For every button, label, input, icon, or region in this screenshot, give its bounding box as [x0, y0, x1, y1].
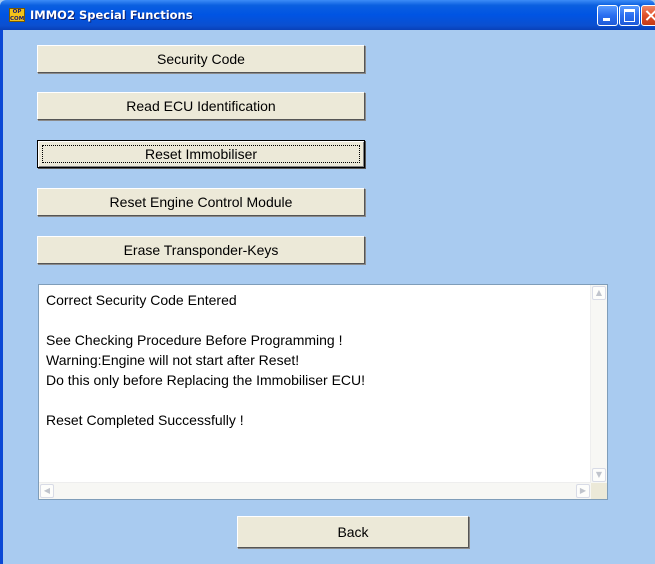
horizontal-scrollbar[interactable]: ◀ ▶: [39, 482, 591, 499]
reset-immobiliser-button[interactable]: Reset Immobiliser: [37, 140, 365, 168]
scroll-left-icon[interactable]: ◀: [40, 484, 54, 498]
scroll-up-icon[interactable]: ▲: [592, 286, 606, 300]
opcom-app-icon[interactable]: OP COM: [9, 8, 25, 22]
close-icon[interactable]: [641, 5, 655, 26]
scroll-down-icon[interactable]: ▼: [592, 468, 606, 482]
erase-transponder-keys-button[interactable]: Erase Transponder-Keys: [37, 236, 365, 264]
output-line: ​: [46, 390, 365, 410]
security-code-button[interactable]: Security Code: [37, 45, 365, 73]
vertical-scrollbar[interactable]: ▲ ▼: [590, 285, 607, 483]
back-button[interactable]: Back: [237, 516, 469, 548]
output-line: Do this only before Replacing the Immobi…: [46, 372, 366, 388]
output-line: Correct Security Code Entered: [46, 292, 237, 308]
output-line: Reset Completed Successfully !: [46, 412, 244, 428]
output-line: ​: [46, 310, 365, 330]
output-log: Correct Security Code Entered ​ See Checki…: [46, 290, 365, 430]
reset-immobiliser-label: Reset Immobiliser: [144, 146, 258, 162]
output-line: See Checking Procedure Before Programmin…: [46, 332, 343, 348]
output-text-area[interactable]: Correct Security Code Entered ​ See Checki…: [38, 284, 608, 500]
title-bar[interactable]: OP COM IMMO2 Special Functions: [0, 0, 655, 30]
reset-engine-control-module-button[interactable]: Reset Engine Control Module: [37, 188, 365, 216]
window-frame-left: [0, 30, 3, 564]
read-ecu-identification-button[interactable]: Read ECU Identification: [37, 92, 365, 120]
output-line: Warning:Engine will not start after Rese…: [46, 352, 300, 368]
immo2-window: OP COM IMMO2 Special Functions Security …: [0, 0, 655, 564]
maximize-icon[interactable]: [619, 5, 640, 26]
scroll-right-icon[interactable]: ▶: [576, 484, 590, 498]
window-title: IMMO2 Special Functions: [30, 8, 193, 22]
minimize-icon[interactable]: [597, 5, 618, 26]
scrollbar-corner: [591, 483, 607, 499]
